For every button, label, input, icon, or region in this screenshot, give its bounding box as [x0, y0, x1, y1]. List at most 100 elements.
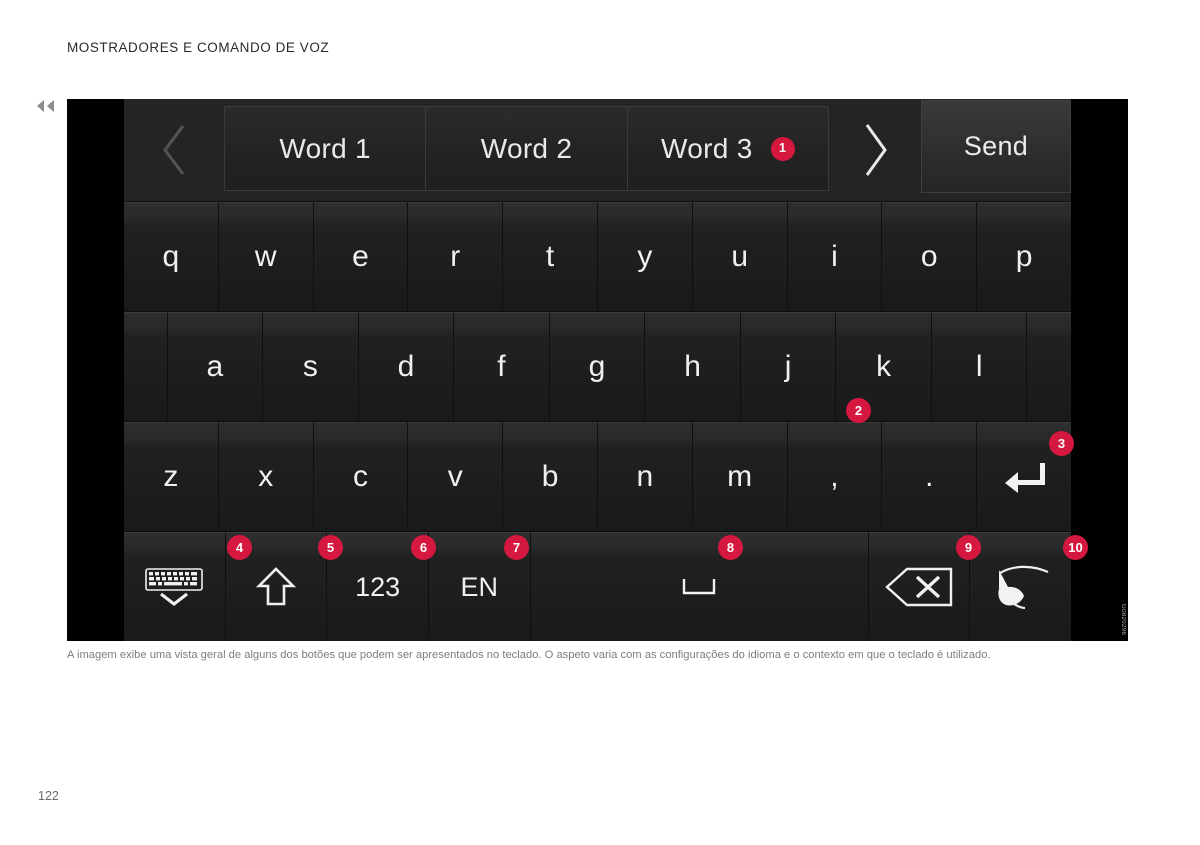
key-space[interactable]: [530, 532, 869, 641]
key-label: z: [163, 460, 179, 493]
keyboard-screenshot: Word 1 Word 2 Word 3 1 Send q w e r t y …: [67, 99, 1128, 641]
key-label: d: [397, 350, 415, 383]
key-label: c: [352, 460, 368, 493]
suggestion-bar: Word 1 Word 2 Word 3 1 Send: [124, 99, 1071, 202]
suggestion-word-1[interactable]: Word 1: [224, 106, 427, 191]
key-label: l: [975, 350, 983, 383]
key-q[interactable]: q: [124, 202, 219, 311]
key-handwriting[interactable]: [970, 532, 1071, 641]
key-y[interactable]: y: [597, 202, 693, 311]
key-label: b: [541, 460, 559, 493]
key-m[interactable]: m: [692, 422, 788, 531]
bezel-left: [67, 99, 124, 641]
enter-return-icon: [1002, 460, 1046, 494]
key-label: v: [447, 460, 463, 493]
image-reference-code: G0820296: [1120, 603, 1126, 635]
key-l[interactable]: l: [931, 312, 1028, 421]
key-label: e: [352, 240, 369, 273]
key-numeric-label: 123: [355, 571, 401, 602]
key-g[interactable]: g: [549, 312, 646, 421]
key-label: p: [1015, 240, 1033, 273]
double-chevron-left-icon[interactable]: [34, 98, 60, 114]
key-f[interactable]: f: [454, 312, 550, 421]
callout-badge-6: 6: [411, 535, 436, 560]
callout-badge-4: 4: [227, 535, 252, 560]
key-label: s: [302, 350, 318, 383]
key-comma[interactable]: ,: [787, 422, 883, 531]
key-n[interactable]: n: [597, 422, 693, 531]
key-r[interactable]: r: [408, 202, 504, 311]
callout-badge-1: 1: [770, 136, 795, 161]
key-j[interactable]: j: [740, 312, 837, 421]
keyboard: q w e r t y u i o p a s d f g h j k l z …: [124, 202, 1072, 641]
callout-badge-7: 7: [504, 535, 529, 560]
space-bar-icon: [679, 575, 719, 599]
key-label: r: [450, 240, 461, 273]
key-period[interactable]: .: [882, 422, 978, 531]
key-label: j: [784, 350, 792, 383]
callout-badge-8: 8: [718, 535, 743, 560]
key-label: q: [162, 240, 180, 273]
key-label: f: [497, 350, 506, 383]
keyboard-function-row: 123 EN: [124, 532, 1071, 641]
key-label: i: [831, 240, 838, 273]
key-spacer-right: [1027, 312, 1072, 421]
key-c[interactable]: c: [313, 422, 409, 531]
key-label: g: [588, 350, 606, 383]
suggestion-word-1-label: Word 1: [279, 132, 371, 164]
key-z[interactable]: z: [124, 422, 219, 531]
key-a[interactable]: a: [167, 312, 264, 421]
page-title: MOSTRADORES E COMANDO DE VOZ: [67, 40, 330, 55]
key-label: w: [254, 240, 277, 273]
keyboard-row-1: q w e r t y u i o p: [124, 202, 1071, 312]
keyboard-row-3: z x c v b n m , .: [124, 422, 1071, 532]
callout-badge-5: 5: [318, 535, 343, 560]
figure-caption: A imagem exibe uma vista geral de alguns…: [67, 649, 991, 661]
key-w[interactable]: w: [218, 202, 314, 311]
key-b[interactable]: b: [503, 422, 598, 531]
key-i[interactable]: i: [787, 202, 883, 311]
shift-arrow-up-icon: [255, 566, 296, 608]
backspace-delete-icon: [884, 565, 954, 609]
key-u[interactable]: u: [692, 202, 788, 311]
callout-badge-2: 2: [846, 398, 871, 423]
suggestion-word-3[interactable]: Word 3 1: [626, 106, 829, 191]
key-label: o: [920, 240, 938, 273]
key-h[interactable]: h: [645, 312, 741, 421]
bezel-right: [1071, 99, 1128, 641]
hide-keyboard-icon: [144, 567, 204, 607]
key-spacer-left: [124, 312, 168, 421]
key-label: m: [727, 460, 753, 493]
key-label: a: [206, 350, 224, 383]
key-label: h: [684, 350, 701, 383]
suggestion-word-2[interactable]: Word 2: [425, 106, 628, 191]
key-hide-keyboard[interactable]: [124, 532, 226, 641]
handwriting-pen-icon: [988, 563, 1054, 611]
key-label: t: [545, 240, 555, 273]
key-language-label: EN: [460, 571, 498, 602]
key-x[interactable]: x: [218, 422, 314, 531]
send-button-label: Send: [963, 131, 1029, 161]
next-suggestions-button[interactable]: [829, 99, 921, 201]
key-label: x: [258, 460, 274, 493]
keyboard-row-2: a s d f g h j k l: [124, 312, 1072, 422]
key-label: u: [731, 240, 749, 273]
key-t[interactable]: t: [503, 202, 598, 311]
key-d[interactable]: d: [358, 312, 455, 421]
key-label: k: [876, 350, 892, 383]
key-p[interactable]: p: [977, 202, 1071, 311]
key-label: n: [636, 460, 654, 493]
page-number: 122: [38, 789, 59, 803]
key-o[interactable]: o: [882, 202, 978, 311]
key-v[interactable]: v: [408, 422, 504, 531]
callout-badge-9: 9: [956, 535, 981, 560]
callout-badge-3: 3: [1049, 431, 1074, 456]
key-label: .: [925, 460, 934, 493]
suggestion-word-3-label: Word 3: [661, 132, 753, 164]
manual-page: MOSTRADORES E COMANDO DE VOZ Word 1 Word…: [0, 0, 1200, 845]
prev-suggestions-button[interactable]: [124, 99, 224, 201]
key-e[interactable]: e: [313, 202, 409, 311]
send-button[interactable]: Send: [920, 100, 1071, 193]
key-s[interactable]: s: [263, 312, 359, 421]
callout-badge-10: 10: [1063, 535, 1088, 560]
